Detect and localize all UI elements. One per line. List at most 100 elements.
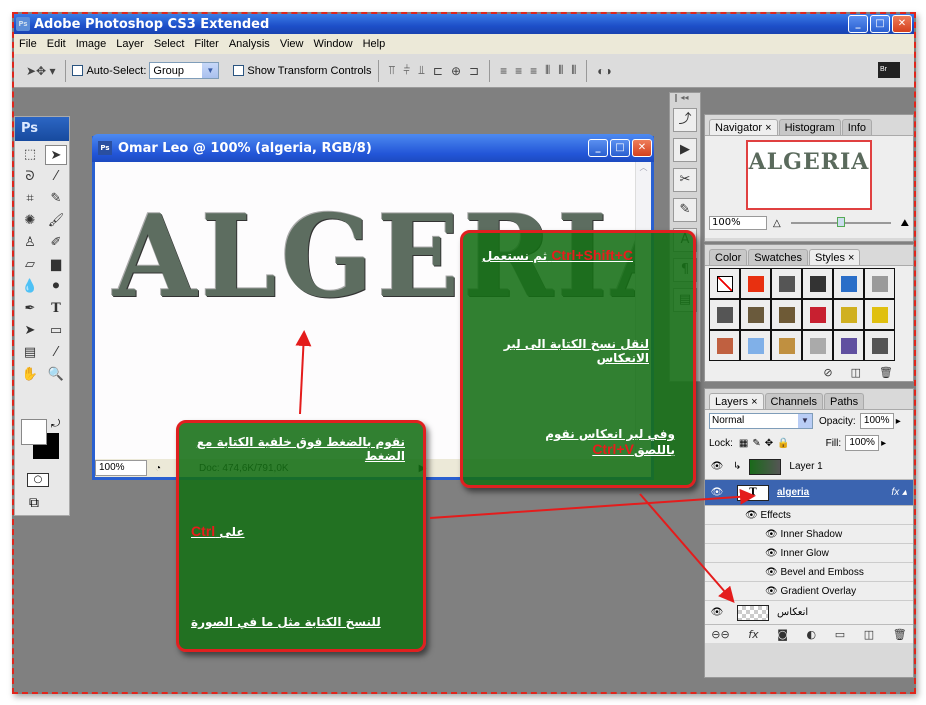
distribute-vcenter-icon[interactable]: ≡	[515, 64, 522, 78]
lock-pixels-icon[interactable]: ✎	[752, 438, 760, 449]
style-swatch[interactable]	[709, 330, 740, 361]
style-swatch[interactable]	[833, 268, 864, 299]
style-swatch[interactable]	[771, 268, 802, 299]
doc-close-button[interactable]: ✕	[632, 139, 652, 157]
layer-row[interactable]: 👁 انعكاس	[705, 601, 913, 625]
style-swatch[interactable]	[833, 299, 864, 330]
eye-icon[interactable]: 👁	[705, 461, 729, 472]
style-swatch[interactable]	[802, 299, 833, 330]
align-hcenter-icon[interactable]: ⊕	[451, 64, 461, 78]
bridge-button[interactable]: Br	[878, 62, 900, 78]
zoom-field[interactable]: 100%	[95, 460, 147, 476]
hand-tool-icon[interactable]: ✋	[19, 365, 41, 385]
menu-filter[interactable]: Filter	[189, 38, 223, 50]
distribute-bottom-icon[interactable]: ≡	[530, 64, 537, 78]
style-swatch[interactable]	[709, 299, 740, 330]
status-menu-icon[interactable]: ◔	[155, 463, 161, 474]
blend-mode-dropdown[interactable]: Normal ▼	[709, 413, 813, 429]
opacity-field[interactable]: 100%	[859, 413, 894, 429]
menu-image[interactable]: Image	[71, 38, 112, 50]
effect-row[interactable]: 👁 Inner Shadow	[705, 525, 913, 544]
tab-styles[interactable]: Styles ×	[809, 249, 861, 265]
tab-swatches[interactable]: Swatches	[748, 249, 808, 265]
menu-file[interactable]: File	[14, 38, 42, 50]
navigator-zoom-field[interactable]: 100%	[709, 216, 767, 230]
actions-panel-icon[interactable]: ▶	[673, 138, 697, 162]
effect-row[interactable]: 👁 Gradient Overlay	[705, 582, 913, 601]
eye-icon[interactable]: 👁	[765, 567, 778, 578]
collapse-dock-icon[interactable]: ‖ ◂◂	[670, 93, 700, 102]
fill-arrow-icon[interactable]: ▸	[881, 438, 886, 449]
menu-layer[interactable]: Layer	[111, 38, 149, 50]
delete-layer-icon[interactable]: 🗑	[893, 628, 907, 641]
crop-tool-icon[interactable]: ⌗	[19, 189, 41, 209]
tab-color[interactable]: Color	[709, 249, 748, 265]
history-brush-tool-icon[interactable]: ✐	[45, 233, 67, 253]
clone-stamp-tool-icon[interactable]: ♙	[19, 233, 41, 253]
magic-wand-tool-icon[interactable]: ⁄	[45, 167, 67, 187]
tab-navigator[interactable]: Navigator ×	[709, 119, 778, 135]
foreground-color-swatch[interactable]	[21, 419, 47, 445]
tool-presets-icon[interactable]: ✂	[673, 168, 697, 192]
menu-select[interactable]: Select	[149, 38, 190, 50]
move-tool-icon[interactable]: ➤	[45, 145, 67, 165]
link-layers-icon[interactable]: ⊖⊖	[711, 628, 729, 641]
style-none-swatch[interactable]	[709, 268, 740, 299]
pen-tool-icon[interactable]: ✒	[19, 299, 41, 319]
rectangle-tool-icon[interactable]: ▭	[45, 321, 67, 341]
tab-layers[interactable]: Layers ×	[709, 393, 764, 409]
layer-row-selected[interactable]: 👁 T algeria fx ▴	[705, 480, 913, 506]
distribute-top-icon[interactable]: ≡	[500, 64, 507, 78]
brush-tool-icon[interactable]: 🖌	[45, 211, 67, 231]
zoom-slider-knob[interactable]	[836, 217, 845, 227]
effect-row[interactable]: 👁 Inner Glow	[705, 544, 913, 563]
add-style-icon[interactable]: fx	[748, 628, 758, 641]
show-transform-checkbox[interactable]	[233, 65, 245, 76]
eye-icon[interactable]: 👁	[765, 586, 778, 597]
tab-channels[interactable]: Channels	[764, 393, 823, 409]
tab-histogram[interactable]: Histogram	[778, 119, 841, 135]
layer-row[interactable]: 👁 ↳ Layer 1	[705, 454, 913, 480]
gradient-tool-icon[interactable]: ▆	[45, 255, 67, 275]
maximize-button[interactable]: □	[870, 15, 890, 33]
effect-row[interactable]: 👁 Bevel and Emboss	[705, 563, 913, 582]
new-group-icon[interactable]: ▭	[835, 628, 845, 641]
blur-tool-icon[interactable]: 💧	[19, 277, 41, 297]
navigator-thumbnail[interactable]: ALGERIA	[746, 140, 872, 210]
effects-row[interactable]: 👁 Effects	[705, 506, 913, 525]
eraser-tool-icon[interactable]: ▱	[19, 255, 41, 275]
style-swatch[interactable]	[771, 299, 802, 330]
align-vcenter-icon[interactable]: ⫩	[403, 63, 410, 78]
align-left-icon[interactable]: ⊏	[433, 64, 443, 78]
lock-transparency-icon[interactable]: ▦	[739, 438, 748, 449]
menu-analysis[interactable]: Analysis	[224, 38, 275, 50]
type-tool-icon[interactable]: T	[45, 299, 67, 319]
style-swatch[interactable]	[771, 330, 802, 361]
close-button[interactable]: ✕	[892, 15, 912, 33]
style-swatch[interactable]	[833, 330, 864, 361]
screen-mode-icon[interactable]: ⧉	[29, 495, 39, 511]
slice-tool-icon[interactable]: ✎	[45, 189, 67, 209]
menu-window[interactable]: Window	[308, 38, 357, 50]
lock-position-icon[interactable]: ✥	[765, 438, 773, 449]
tab-info[interactable]: Info	[841, 119, 873, 135]
swap-colors-icon[interactable]: ⤾	[51, 417, 60, 431]
eye-icon[interactable]: 👁	[705, 607, 729, 618]
add-mask-icon[interactable]: ◙	[777, 628, 788, 641]
fx-icon[interactable]: fx ▴	[891, 487, 907, 498]
menu-view[interactable]: View	[275, 38, 309, 50]
eye-icon[interactable]: 👁	[765, 548, 778, 559]
auto-align-layers-icon[interactable]: ◐◑	[597, 64, 612, 78]
lasso-tool-icon[interactable]: ᘐ	[19, 167, 41, 187]
history-panel-icon[interactable]: ⤴	[673, 108, 697, 132]
doc-maximize-button[interactable]: □	[610, 139, 630, 157]
style-swatch[interactable]	[802, 268, 833, 299]
new-style-icon[interactable]: ◫	[851, 366, 861, 379]
notes-tool-icon[interactable]: ▤	[19, 343, 41, 363]
menu-edit[interactable]: Edit	[42, 38, 71, 50]
align-right-icon[interactable]: ⊐	[469, 64, 479, 78]
scroll-up-icon[interactable]: ︿	[636, 162, 651, 173]
zoom-in-icon[interactable]: ⛰	[901, 218, 909, 229]
distribute-right-icon[interactable]: ⫴	[571, 63, 576, 78]
brushes-panel-icon[interactable]: ✎	[673, 198, 697, 222]
